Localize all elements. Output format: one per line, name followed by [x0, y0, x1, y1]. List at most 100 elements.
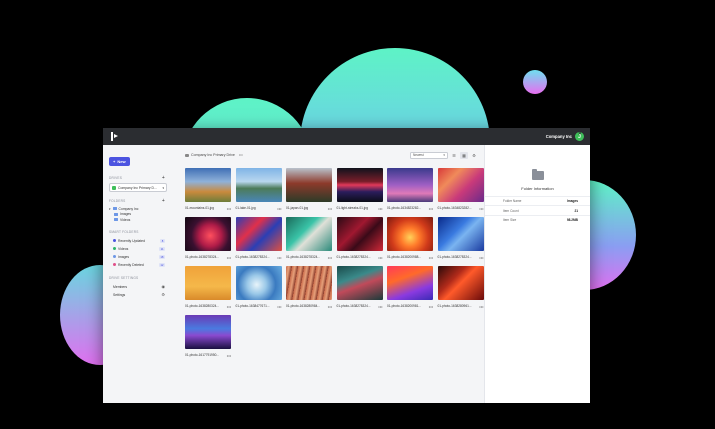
file-card[interactable]: 01-lake-01.jpg ••• — [235, 168, 282, 214]
file-card[interactable]: 01-photo-1638280984... ••• — [286, 266, 332, 312]
more-icon[interactable]: ••• — [378, 304, 382, 309]
file-thumbnail[interactable] — [185, 266, 231, 300]
file-name: 01-photo-1638278324... — [235, 255, 270, 259]
file-thumbnail[interactable] — [235, 217, 282, 251]
settings-button[interactable]: ⚙ — [470, 152, 478, 159]
file-card[interactable]: 01-photo-1638278324... ••• — [286, 217, 332, 263]
more-icon[interactable]: ••• — [378, 206, 382, 211]
more-icon[interactable]: ••• — [227, 206, 231, 211]
smart-folder-item[interactable]: Videos 11 — [109, 245, 165, 253]
eye-icon: ◉ — [161, 284, 166, 289]
drive-selector[interactable]: Company Inc Primary D... ▾ — [109, 183, 167, 192]
more-icon[interactable]: ••• — [378, 255, 382, 260]
file-thumbnail[interactable] — [286, 168, 332, 202]
file-thumbnail[interactable] — [185, 217, 231, 251]
folders-heading: FOLDERS + — [109, 197, 165, 204]
file-card[interactable]: 01-photo-1638200988... ••• — [387, 217, 433, 263]
breadcrumb: Company Inc Primary Drive ••• — [185, 153, 243, 157]
list-view-button[interactable]: ☰ — [450, 152, 458, 159]
more-icon[interactable]: ••• — [277, 206, 281, 211]
file-card[interactable]: 01-photo-1634823282... ••• — [437, 168, 484, 214]
file-card[interactable]: 01-photo-1634823282... ••• — [387, 168, 433, 214]
more-icon[interactable]: ••• — [429, 304, 433, 309]
more-icon[interactable]: ••• — [429, 255, 433, 260]
sort-select[interactable]: Newest ▾ — [410, 151, 448, 159]
cloud-icon — [185, 153, 189, 157]
file-card[interactable]: 01-photo-1638278324... ••• — [235, 217, 282, 263]
file-card[interactable]: 01-mountains-01.jpg ••• — [185, 168, 231, 214]
file-name: 01-photo-1634823282... — [387, 206, 422, 210]
new-button[interactable]: + New — [109, 157, 130, 166]
more-icon[interactable]: ••• — [277, 255, 281, 260]
more-icon[interactable]: ••• — [328, 206, 332, 211]
file-thumbnail[interactable] — [185, 315, 231, 349]
more-icon[interactable]: ••• — [328, 255, 332, 260]
chevron-down-icon[interactable]: ▾ — [109, 207, 111, 211]
drive-settings-heading[interactable]: DRIVE SETTINGS — [109, 276, 165, 280]
file-card[interactable]: 01-photo-1638278324... ••• — [185, 217, 231, 263]
app-logo-icon[interactable] — [111, 132, 119, 141]
more-icon[interactable]: ••• — [227, 255, 231, 260]
file-thumbnail[interactable] — [437, 217, 484, 251]
add-drive-icon[interactable]: + — [162, 175, 165, 180]
file-thumbnail[interactable] — [235, 266, 282, 300]
more-icon[interactable]: ••• — [227, 304, 231, 309]
drive-settings-list: Members ◉ Settings ⚙ — [109, 283, 165, 299]
file-card[interactable]: 01-photo-1638278324... ••• — [336, 266, 383, 312]
tree-item-videos[interactable]: Videos — [109, 217, 165, 223]
file-grid: 01-mountains-01.jpg ••• 01-lake-01.jpg ••• 0… — [185, 168, 484, 361]
more-icon[interactable]: ••• — [239, 153, 243, 157]
more-icon[interactable]: ••• — [479, 304, 483, 309]
file-thumbnail[interactable] — [437, 266, 484, 300]
more-icon[interactable]: ••• — [277, 304, 281, 309]
info-row: Folder Name Images — [485, 196, 590, 205]
close-icon[interactable]: ✕ — [578, 131, 582, 137]
info-label: Item Size — [503, 217, 517, 222]
file-thumbnail[interactable] — [387, 217, 433, 251]
file-card[interactable]: 01-photo-1638280961... ••• — [437, 266, 484, 312]
file-thumbnail[interactable] — [437, 168, 484, 202]
status-dot-icon — [113, 263, 116, 266]
drive-settings-item[interactable]: Settings ⚙ — [109, 291, 165, 299]
file-thumbnail[interactable] — [286, 217, 332, 251]
file-thumbnail[interactable] — [235, 168, 282, 202]
toolbar: Newest ▾ ☰ ▦ ⚙ — [410, 151, 478, 159]
file-card[interactable]: 01-photo-1638280324... ••• — [185, 266, 231, 312]
smart-folder-item[interactable]: Recently Updated 8 — [109, 237, 165, 245]
new-button-label: New — [117, 159, 126, 164]
more-icon[interactable]: ••• — [479, 255, 483, 260]
file-thumbnail[interactable] — [387, 168, 433, 202]
smart-folder-list: Recently Updated 8 Videos 11 Images 18 Recentl… — [109, 237, 165, 269]
file-thumbnail[interactable] — [185, 168, 231, 202]
account-name: Company Inc — [545, 134, 572, 139]
file-thumbnail[interactable] — [336, 168, 383, 202]
add-folder-icon[interactable]: + — [162, 198, 165, 203]
file-thumbnail[interactable] — [286, 266, 332, 300]
more-icon[interactable]: ••• — [479, 206, 483, 211]
file-card[interactable]: 01-japan-01.jpg ••• — [286, 168, 332, 214]
file-card[interactable]: 01-photo-1638278324... ••• — [437, 217, 484, 263]
file-card[interactable]: 01-photo-1617791950... ••• — [185, 315, 231, 361]
breadcrumb-drive[interactable]: Company Inc Primary Drive — [191, 153, 235, 157]
file-thumbnail[interactable] — [336, 266, 383, 300]
drive-settings-item[interactable]: Members ◉ — [109, 283, 165, 291]
smart-folders-heading[interactable]: SMART FOLDERS — [109, 230, 165, 234]
info-value: 98.2MB — [566, 217, 578, 222]
more-icon[interactable]: ••• — [227, 353, 231, 358]
smart-folder-item[interactable]: Images 18 — [109, 253, 165, 261]
more-icon[interactable]: ••• — [328, 304, 332, 309]
drive-selected-label: Company Inc Primary D... — [118, 185, 157, 190]
file-name: 01-photo-1638278324... — [286, 255, 321, 259]
file-thumbnail[interactable] — [336, 217, 383, 251]
more-icon[interactable]: ••• — [429, 206, 433, 211]
grid-icon: ▦ — [462, 152, 466, 158]
grid-view-button[interactable]: ▦ — [460, 151, 468, 159]
info-title: Folder Information — [521, 186, 554, 191]
file-card[interactable]: 01-photo-1638278324... ••• — [336, 217, 383, 263]
file-card[interactable]: 01-light-streaks-01.jpg ••• — [336, 168, 383, 214]
file-card[interactable]: 01-photo-1638200981... ••• — [387, 266, 433, 312]
file-name: 01-photo-1638200988... — [387, 255, 422, 259]
smart-folder-item[interactable]: Recently Deleted 12 — [109, 261, 165, 269]
file-card[interactable]: 01-photo-1638477671... ••• — [235, 266, 282, 312]
file-thumbnail[interactable] — [387, 266, 433, 300]
